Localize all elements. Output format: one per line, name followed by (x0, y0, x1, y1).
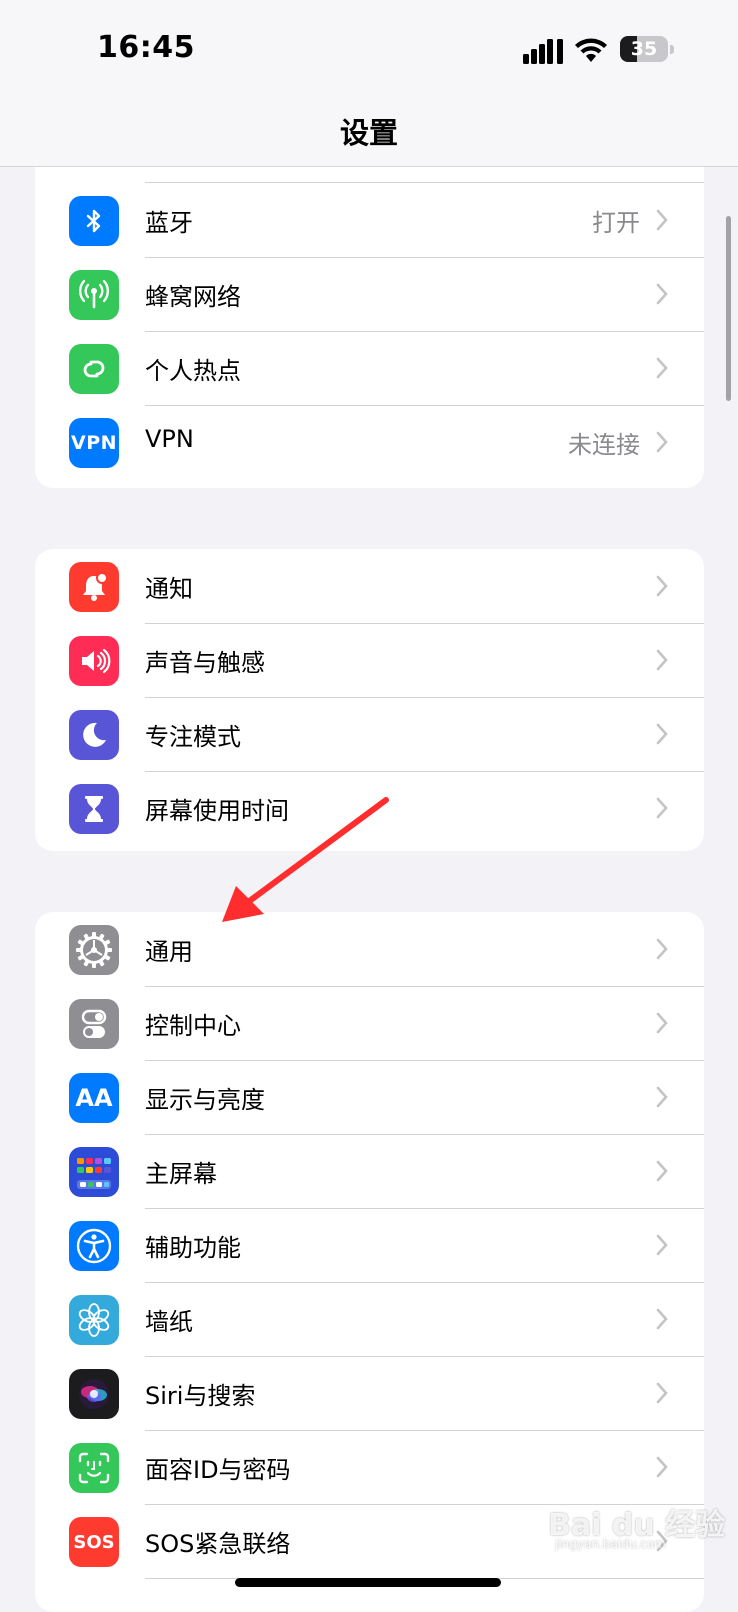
settings-row-face-id[interactable]: 面容ID与密码 (35, 1430, 704, 1505)
chevron-right-icon (656, 938, 668, 960)
chevron-right-icon (656, 797, 668, 819)
chevron-right-icon (656, 1086, 668, 1108)
chevron-right-icon (656, 357, 668, 379)
home-indicator[interactable] (235, 1578, 501, 1587)
bell-icon (69, 562, 119, 612)
speaker-icon (69, 636, 119, 686)
settings-row-home-screen[interactable]: 主屏幕 (35, 1134, 704, 1209)
settings-row-label: VPN (145, 425, 194, 453)
vpn-icon-text: VPN (70, 432, 118, 454)
settings-row-accessibility[interactable]: 辅助功能 (35, 1208, 704, 1283)
face-id-icon (69, 1443, 119, 1493)
vpn-icon: VPN (69, 418, 119, 468)
settings-row-label: 声音与触感 (145, 649, 265, 677)
chevron-right-icon (656, 1456, 668, 1478)
watermark-url: jingyan.baidu.com (555, 1537, 666, 1551)
accessibility-icon (69, 1221, 119, 1271)
text-size-icon: AA (69, 1073, 119, 1123)
settings-row-label: SOS紧急联络 (145, 1530, 291, 1558)
chevron-right-icon (656, 1012, 668, 1034)
settings-row-value: 打开 (592, 209, 640, 237)
settings-row-label: 主屏幕 (145, 1160, 217, 1188)
settings-row-wallpaper[interactable]: 墙纸 (35, 1282, 704, 1357)
settings-row-focus[interactable]: 专注模式 (35, 697, 704, 772)
settings-row-label: 面容ID与密码 (145, 1456, 291, 1484)
settings-row-cellular[interactable]: 蜂窝网络 (35, 257, 704, 332)
settings-row-label: 控制中心 (145, 1012, 241, 1040)
chevron-right-icon (656, 283, 668, 305)
settings-row-label: 显示与亮度 (145, 1086, 265, 1114)
settings-row-hotspot[interactable]: 个人热点 (35, 331, 704, 406)
settings-row-display[interactable]: AA 显示与亮度 (35, 1060, 704, 1135)
chevron-right-icon (656, 209, 668, 231)
settings-row-label: 专注模式 (145, 723, 241, 751)
hourglass-icon (69, 784, 119, 834)
settings-row-siri[interactable]: Siri与搜索 (35, 1356, 704, 1431)
settings-row-label: 辅助功能 (145, 1234, 241, 1262)
status-time: 16:45 (97, 30, 195, 65)
chevron-right-icon (656, 1308, 668, 1330)
settings-row-vpn[interactable]: VPN VPN 未连接 (35, 405, 704, 480)
moon-icon (69, 710, 119, 760)
cellular-signal-icon (523, 39, 563, 64)
chevron-right-icon (656, 1160, 668, 1182)
chevron-right-icon (656, 575, 668, 597)
hotspot-icon (69, 344, 119, 394)
chevron-right-icon (656, 649, 668, 671)
chevron-right-icon (656, 1234, 668, 1256)
settings-row-value: 未连接 (568, 431, 640, 459)
settings-row-label: 通用 (145, 938, 193, 966)
siri-icon (69, 1369, 119, 1419)
chevron-right-icon (656, 723, 668, 745)
settings-row-label: 蜂窝网络 (145, 283, 241, 311)
sos-icon: SOS (69, 1517, 119, 1567)
antenna-icon (69, 270, 119, 320)
settings-row-label: Siri与搜索 (145, 1382, 256, 1410)
settings-row-bluetooth[interactable]: 蓝牙 打开 (35, 183, 704, 258)
battery-icon: 35 (620, 36, 674, 64)
wifi-icon (575, 38, 607, 62)
text-size-icon-text: AA (75, 1084, 113, 1112)
chevron-right-icon (656, 1382, 668, 1404)
annotation-arrow (222, 797, 389, 922)
battery-level: 35 (630, 38, 658, 60)
status-bar: 16:45 35 (0, 0, 738, 96)
toggles-icon (69, 999, 119, 1049)
settings-row-sounds[interactable]: 声音与触感 (35, 623, 704, 698)
settings-row-label: 个人热点 (145, 357, 241, 385)
settings-row-label: 通知 (145, 575, 193, 603)
settings-row-label: 蓝牙 (145, 209, 193, 237)
flower-icon (69, 1295, 119, 1345)
sos-icon-text: SOS (73, 1531, 115, 1553)
gear-icon (69, 925, 119, 975)
settings-row-label: 墙纸 (145, 1308, 193, 1336)
chevron-right-icon (656, 431, 668, 453)
home-screen-icon (69, 1147, 119, 1197)
nav-bar: 设置 (0, 96, 738, 167)
page-title: 设置 (339, 116, 398, 150)
settings-row-notifications[interactable]: 通知 (35, 549, 704, 624)
bluetooth-icon (69, 196, 119, 246)
settings-row-control-center[interactable]: 控制中心 (35, 986, 704, 1061)
scroll-indicator[interactable] (726, 216, 731, 401)
